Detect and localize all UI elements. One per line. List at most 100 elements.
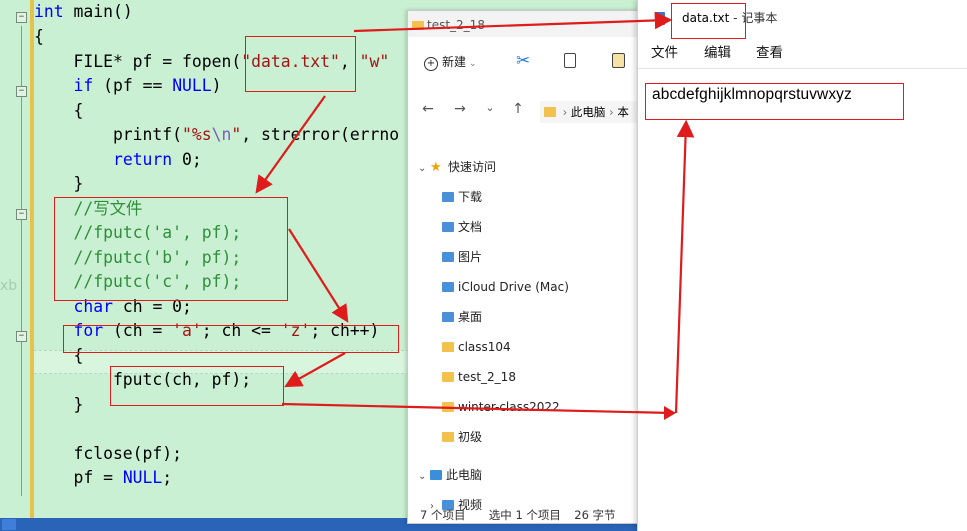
tree-item[interactable]: winter-class2022 <box>442 395 560 419</box>
code-token: NULL <box>122 468 163 487</box>
notepad-text-area[interactable]: abcdefghijklmnopqrstuvwxyz <box>638 70 967 531</box>
notepad-file-name: data.txt <box>682 11 730 25</box>
code-line: fclose(pf); <box>34 442 182 466</box>
new-button-label: 新建 <box>442 55 467 69</box>
plus-circle-icon: + <box>424 57 438 71</box>
copy-icon[interactable] <box>564 53 576 68</box>
chevron-down-icon[interactable]: ⌄ <box>418 465 430 489</box>
code-token: //fputc('c', pf); <box>73 272 242 291</box>
code-line: printf("%s\n", strerror(errno <box>34 123 399 147</box>
menu-edit[interactable]: 编辑 <box>704 38 731 68</box>
tree-item[interactable]: test_2_18 <box>442 365 516 389</box>
code-token: \n <box>211 125 232 144</box>
code-token: , strerror(errno <box>241 125 400 144</box>
code-line: { <box>34 25 44 49</box>
code-token: , <box>339 52 360 71</box>
up-arrow-icon[interactable]: ↑ <box>510 101 526 117</box>
tree-item-label: test_2_18 <box>458 370 516 384</box>
cloud-folder-icon <box>442 282 454 292</box>
computer-icon <box>430 470 442 480</box>
back-arrow-icon[interactable]: ← <box>420 101 436 117</box>
tree-item[interactable]: ⌄ ★ 快速访问 <box>418 155 496 179</box>
code-token: "data.txt" <box>241 52 340 71</box>
notepad-app-name: - 记事本 <box>729 11 778 25</box>
tree-item[interactable]: 图片 <box>442 245 482 269</box>
code-line: pf = NULL; <box>34 466 172 490</box>
code-token: //fputc('a', pf); <box>73 223 242 242</box>
new-button[interactable]: + 新建 ⌄ <box>424 53 477 71</box>
folder-icon <box>442 432 454 442</box>
tree-item[interactable]: 桌面 <box>442 305 482 329</box>
folder-icon <box>442 372 454 382</box>
folder-icon <box>442 342 454 352</box>
tree-item[interactable]: 初级 <box>442 425 482 449</box>
fold-toggle-for[interactable]: − <box>16 331 27 342</box>
code-token: { <box>34 346 84 365</box>
notepad-titlebar: data.txt - 记事本 <box>638 0 967 36</box>
tree-item[interactable]: class104 <box>442 335 511 359</box>
breadcrumb-separator: › <box>605 105 618 119</box>
fold-toggle-main[interactable]: − <box>16 12 27 23</box>
code-token: 'z' <box>280 321 311 340</box>
breadcrumb-item[interactable]: 此电脑 <box>571 105 606 119</box>
breadcrumb-separator: › <box>559 105 571 119</box>
tree-item-label: class104 <box>458 340 511 354</box>
explorer-titlebar: test_2_18 <box>408 11 639 37</box>
background-ghost-text: xb <box>0 278 18 294</box>
fold-toggle-if[interactable]: − <box>16 86 27 97</box>
cut-icon[interactable]: ✂ <box>516 51 530 71</box>
start-button[interactable] <box>2 519 16 530</box>
code-line: FILE* pf = fopen("data.txt", "w" <box>34 50 389 74</box>
explorer-toolbar: + 新建 ⌄ ✂ <box>408 45 639 77</box>
code-token: (ch = <box>103 321 173 340</box>
code-token: } <box>34 174 84 193</box>
code-token: fclose(pf); <box>34 444 183 463</box>
code-line: //写文件 <box>34 197 142 221</box>
explorer-tab[interactable]: test_2_18 <box>412 15 532 35</box>
paste-icon[interactable] <box>612 53 625 68</box>
forward-arrow-icon[interactable]: → <box>452 101 468 117</box>
tree-item[interactable]: ⌄ 此电脑 <box>418 463 482 487</box>
menu-view[interactable]: 查看 <box>756 38 783 68</box>
recent-chevron-icon[interactable]: ⌄ <box>482 101 498 114</box>
fold-toggle-comment[interactable]: − <box>16 209 27 220</box>
tree-item[interactable]: iCloud Drive (Mac) <box>442 275 569 299</box>
code-line: } <box>34 393 83 417</box>
code-line: { <box>34 99 83 123</box>
breadcrumb-item[interactable]: 本 <box>617 105 629 119</box>
tree-item-label: 初级 <box>458 430 483 444</box>
code-token: main() <box>63 2 133 21</box>
explorer-tab-title: test_2_18 <box>427 18 485 32</box>
tree-item-label: 图片 <box>458 250 483 264</box>
code-token: //fputc('b', pf); <box>73 248 242 267</box>
selected-count: 选中 1 个项目 <box>488 508 561 522</box>
code-token: fputc(ch, pf); <box>34 370 252 389</box>
code-token: ch = 0; <box>112 297 192 316</box>
code-token: int <box>34 2 64 21</box>
code-token: ; ch++) <box>310 321 380 340</box>
code-token: "w" <box>359 52 390 71</box>
code-token: ; ch <= <box>201 321 281 340</box>
menu-file[interactable]: 文件 <box>651 38 678 68</box>
code-token: return <box>112 150 173 169</box>
tree-item-label: 下载 <box>458 190 483 204</box>
code-line: //fputc('a', pf); <box>34 221 241 245</box>
tree-item[interactable]: 下载 <box>442 185 482 209</box>
item-count: 7 个项目 <box>420 508 466 522</box>
code-token: if <box>73 76 94 95</box>
code-line: char ch = 0; <box>34 295 192 319</box>
notepad-content: abcdefghijklmnopqrstuvwxyz <box>652 86 852 103</box>
code-editor[interactable]: − − − − xb int main() { FILE* pf = fopen(… <box>0 0 420 518</box>
chevron-down-icon[interactable]: ⌄ <box>418 157 430 181</box>
code-line: fputc(ch, pf); <box>34 368 251 392</box>
file-explorer-window: test_2_18 + 新建 ⌄ ✂ ← → ⌄ ↑ › 此电脑 › 本 ⌄ ★ 快速访… <box>407 10 640 524</box>
code-token: //写文件 <box>73 199 143 218</box>
status-bar: 7 个项目 选中 1 个项目 26 字节 <box>420 507 616 523</box>
download-folder-icon <box>442 192 454 202</box>
tree-item[interactable]: 文档 <box>442 215 482 239</box>
breadcrumb[interactable]: › 此电脑 › 本 <box>540 101 639 123</box>
code-token: printf( <box>34 125 183 144</box>
code-token: FILE* pf = fopen( <box>34 52 242 71</box>
